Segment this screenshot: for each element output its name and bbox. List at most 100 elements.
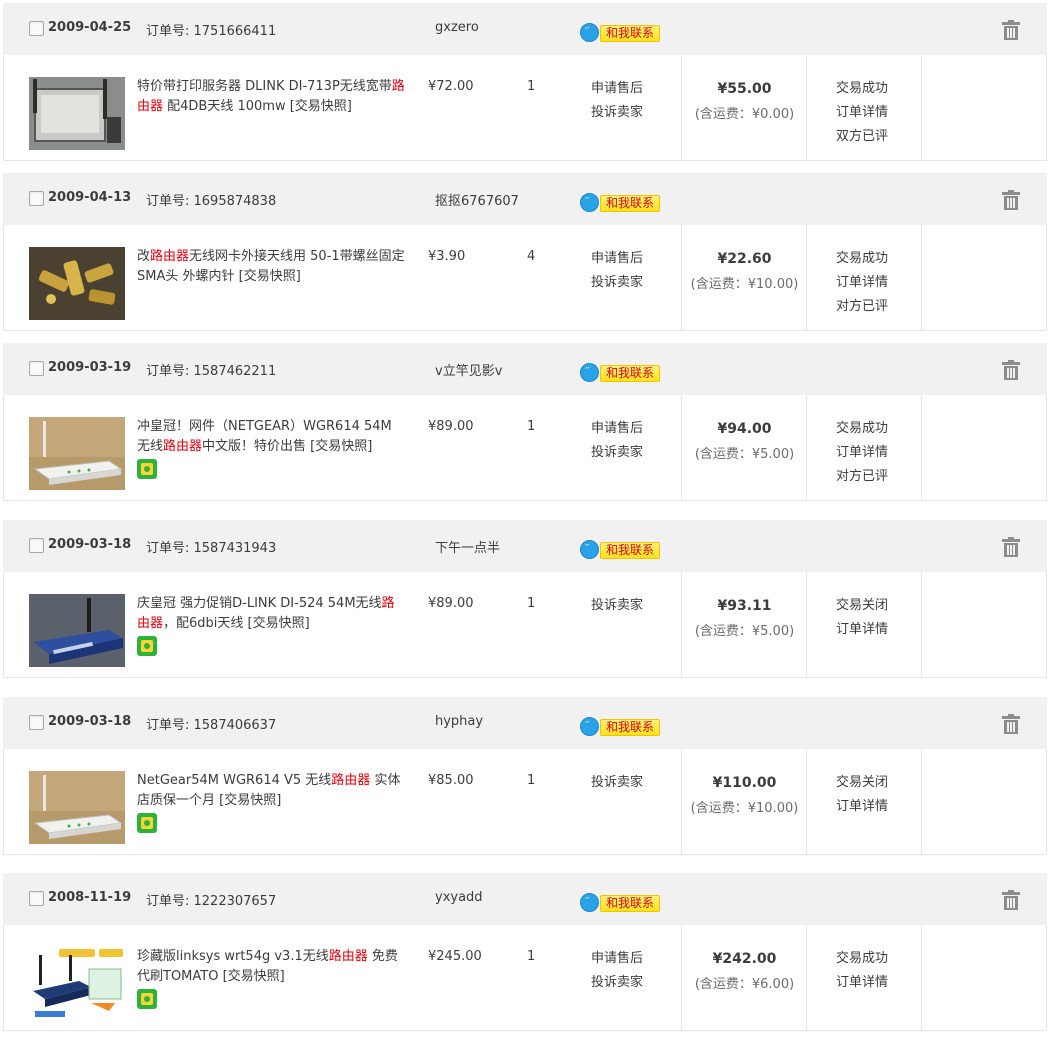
product-title-link[interactable]: 特价带打印服务器 DLINK DI-713P无线宽带路由器 配4DB天线 100… (137, 77, 405, 117)
product-title-link[interactable]: 冲皇冠！网件（NETGEAR）WGR614 54M 无线路由器中文版！特价出售 … (137, 417, 405, 457)
status-link[interactable]: 订单详情 (836, 795, 888, 819)
service-link[interactable]: 投诉卖家 (591, 971, 643, 995)
trash-icon[interactable] (1002, 890, 1020, 910)
title-text: 珍藏版linksys wrt54g v3.1无线 (137, 949, 329, 964)
order-date: 2009-03-18 (48, 537, 132, 552)
status-link[interactable]: 订单详情 (836, 441, 888, 465)
order-total: ¥93.11 (含运费：¥5.00) (682, 594, 807, 644)
shipping-fee: (含运费：¥6.00) (694, 977, 795, 992)
seller-name[interactable]: v立竿见影v (435, 360, 502, 379)
order-status: 交易成功 订单详情 (836, 947, 888, 995)
service-link[interactable]: 申请售后 (591, 947, 643, 971)
title-keyword: 路由器 (331, 773, 371, 788)
service-link[interactable]: 申请售后 (591, 247, 643, 271)
contact-seller-button[interactable]: 和我联系 (580, 22, 662, 42)
trash-icon[interactable] (1002, 714, 1020, 734)
title-text: 中文版！特价出售 (202, 439, 311, 454)
select-checkbox[interactable] (29, 538, 44, 553)
service-link[interactable]: 投诉卖家 (591, 271, 643, 295)
order-header: 2009-03-18 订单号: 1587406637 hyphay 和我联系 (3, 697, 1047, 749)
status-text: 交易成功 (836, 251, 889, 266)
select-checkbox[interactable] (29, 891, 44, 906)
seller-name[interactable]: hyphay (435, 714, 483, 729)
title-text: 庆皇冠 强力促销D-LINK DI-524 54M无线 (137, 596, 382, 611)
total-amount: ¥93.11 (717, 598, 772, 614)
status-link[interactable]: 订单详情 (836, 971, 888, 995)
contact-seller-button[interactable]: 和我联系 (580, 362, 662, 382)
quantity: 1 (527, 419, 536, 434)
snapshot-link[interactable]: [交易快照] (310, 439, 372, 454)
seller-name[interactable]: 下午一点半 (435, 537, 500, 556)
select-checkbox[interactable] (29, 361, 44, 376)
consumer-protection-icon (137, 813, 157, 833)
order-number: 订单号: 1587431943 (146, 541, 277, 556)
chat-bubble-icon (580, 23, 599, 42)
status-link[interactable]: 订单详情 (836, 271, 888, 295)
status-link[interactable]: 双方已评 (836, 125, 888, 149)
consumer-protection-icon (137, 636, 157, 656)
service-link[interactable]: 投诉卖家 (591, 101, 643, 125)
snapshot-link[interactable]: [交易快照] (223, 969, 285, 984)
status-text: 交易成功 (836, 951, 889, 966)
order-total: ¥110.00 (含运费：¥10.00) (682, 771, 807, 821)
trash-icon[interactable] (1002, 537, 1020, 557)
seller-name[interactable]: yxyadd (435, 890, 483, 905)
snapshot-link[interactable]: [交易快照] (219, 793, 281, 808)
product-title-link[interactable]: NetGear54M WGR614 V5 无线路由器 实体店质保一个月 [交易快… (137, 771, 405, 811)
contact-seller-button[interactable]: 和我联系 (580, 716, 662, 736)
order-body: NetGear54M WGR614 V5 无线路由器 实体店质保一个月 [交易快… (3, 749, 1047, 855)
seller-name[interactable]: 抠抠6767607 (435, 190, 519, 209)
order-status: 交易成功 订单详情 双方已评 (836, 77, 888, 149)
order-date: 2008-11-19 (48, 890, 132, 905)
status-link[interactable]: 订单详情 (836, 618, 888, 642)
select-checkbox[interactable] (29, 21, 44, 36)
contact-seller-button[interactable]: 和我联系 (580, 539, 662, 559)
quantity: 1 (527, 773, 536, 788)
product-title-link[interactable]: 改路由器无线网卡外接天线用 50-1带螺丝固定SMA头 外螺内针 [交易快照] (137, 247, 405, 287)
product-thumbnail[interactable] (29, 77, 125, 150)
consumer-protection-icon (137, 459, 157, 479)
title-text: ，配6dbi天线 (163, 616, 248, 631)
product-thumbnail[interactable] (29, 947, 125, 1020)
order-date: 2009-03-19 (48, 360, 132, 375)
product-title-link[interactable]: 庆皇冠 强力促销D-LINK DI-524 54M无线路由器，配6dbi天线 [… (137, 594, 405, 634)
status-link[interactable]: 对方已评 (836, 465, 888, 489)
trash-icon[interactable] (1002, 190, 1020, 210)
service-link[interactable]: 投诉卖家 (591, 441, 643, 465)
quantity: 1 (527, 596, 536, 611)
service-link[interactable]: 投诉卖家 (591, 594, 643, 618)
order-header: 2009-04-13 订单号: 1695874838 抠抠6767607 和我联系 (3, 173, 1047, 225)
product-thumbnail[interactable] (29, 417, 125, 490)
total-amount: ¥110.00 (712, 775, 777, 791)
status-link[interactable]: 订单详情 (836, 101, 888, 125)
order-total: ¥22.60 (含运费：¥10.00) (682, 247, 807, 297)
order-header: 2009-03-18 订单号: 1587431943 下午一点半 和我联系 (3, 520, 1047, 572)
status-link[interactable]: 对方已评 (836, 295, 888, 319)
select-checkbox[interactable] (29, 715, 44, 730)
seller-name[interactable]: gxzero (435, 20, 479, 35)
contact-seller-button[interactable]: 和我联系 (580, 892, 662, 912)
service-actions: 申请售后 投诉卖家 (591, 417, 643, 465)
service-link[interactable]: 投诉卖家 (591, 771, 643, 795)
title-text: 配4DB天线 100mw (163, 99, 290, 114)
product-thumbnail[interactable] (29, 247, 125, 320)
service-actions: 申请售后 投诉卖家 (591, 77, 643, 125)
product-thumbnail[interactable] (29, 771, 125, 844)
order-number: 订单号: 1695874838 (146, 194, 277, 209)
service-link[interactable]: 申请售后 (591, 77, 643, 101)
snapshot-link[interactable]: [交易快照] (248, 616, 310, 631)
trash-icon[interactable] (1002, 20, 1020, 40)
service-link[interactable]: 申请售后 (591, 417, 643, 441)
snapshot-link[interactable]: [交易快照] (290, 99, 352, 114)
product-title-link[interactable]: 珍藏版linksys wrt54g v3.1无线路由器 免费代刷TOMATO [… (137, 947, 405, 987)
title-text: 改 (137, 249, 151, 264)
snapshot-link[interactable]: [交易快照] (239, 269, 301, 284)
consumer-protection-icon (137, 989, 157, 1009)
title-text: 特价带打印服务器 DLINK DI-713P无线宽带 (137, 79, 392, 94)
total-amount: ¥22.60 (717, 251, 772, 267)
product-thumbnail[interactable] (29, 594, 125, 667)
trash-icon[interactable] (1002, 360, 1020, 380)
contact-seller-button[interactable]: 和我联系 (580, 192, 662, 212)
order-card: 2009-03-19 订单号: 1587462211 v立竿见影v 和我联系冲皇冠！网… (3, 343, 1047, 501)
select-checkbox[interactable] (29, 191, 44, 206)
